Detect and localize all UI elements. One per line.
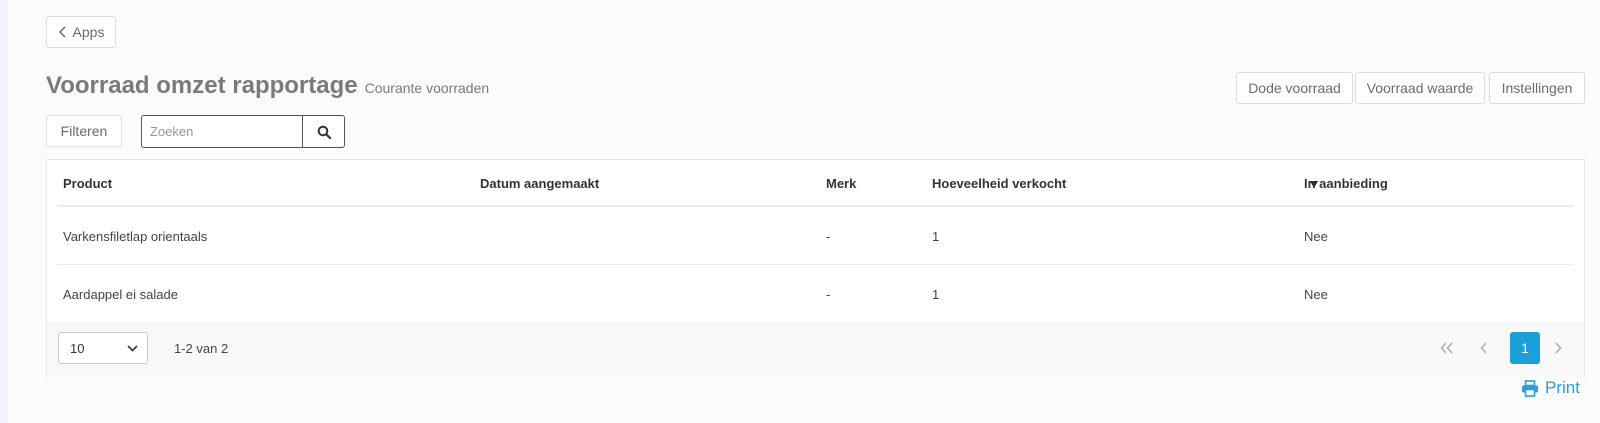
dead-stock-button[interactable]: Dode voorraad	[1236, 72, 1353, 104]
pagination-range: 1-2 van 2	[174, 341, 229, 356]
table-header: Product Datum aangemaakt Merk Hoeveelhei…	[57, 160, 1574, 207]
column-header-product[interactable]: Product	[63, 176, 112, 191]
double-chevron-left-icon	[1440, 342, 1453, 354]
cell-aanbieding: Nee	[1304, 229, 1328, 244]
search-button[interactable]	[302, 116, 344, 147]
page-subtitle: Courante voorraden	[364, 80, 490, 96]
next-page-button[interactable]	[1543, 332, 1573, 364]
page-header: Voorraad omzet rapportage Courante voorr…	[46, 72, 489, 100]
table-row[interactable]: Aardappel ei salade - 1 Nee	[57, 265, 1574, 323]
page-size-select[interactable]: 10	[58, 332, 148, 364]
page-size-value: 10	[70, 340, 85, 356]
first-page-button[interactable]	[1432, 332, 1462, 364]
print-link[interactable]: Print	[1521, 378, 1580, 398]
chevron-left-icon	[1480, 342, 1487, 354]
left-edge-strip	[0, 0, 8, 423]
cell-hoeveelheid: 1	[932, 287, 940, 302]
chevron-right-icon	[1555, 342, 1562, 354]
printer-icon	[1522, 379, 1538, 397]
cell-merk: -	[826, 229, 831, 244]
table-row[interactable]: Varkensfiletlap orientaals - 1 Nee	[57, 207, 1574, 265]
print-label: Print	[1545, 378, 1580, 397]
report-table-panel: Product Datum aangemaakt Merk Hoeveelhei…	[46, 159, 1585, 377]
chevron-left-icon	[58, 26, 66, 38]
cell-merk: -	[826, 287, 831, 302]
search-input[interactable]	[142, 116, 302, 147]
chevron-down-icon	[127, 344, 138, 352]
column-header-merk[interactable]: Merk	[826, 176, 856, 191]
column-header-hoeveelheid[interactable]: Hoeveelheid verkocht	[932, 176, 1066, 191]
cell-hoeveelheid: 1	[932, 229, 940, 244]
page-title: Voorraad omzet rapportage	[46, 72, 358, 99]
page-button-current[interactable]: 1	[1510, 332, 1540, 364]
previous-page-button[interactable]	[1469, 332, 1499, 364]
back-label: Apps	[72, 24, 105, 40]
search-group	[141, 115, 345, 148]
cell-aanbieding: Nee	[1304, 287, 1328, 302]
filter-button[interactable]: Filteren	[46, 115, 122, 147]
column-header-aanbieding[interactable]: In aanbieding	[1304, 176, 1388, 191]
stock-value-button[interactable]: Voorraad waarde	[1355, 72, 1485, 104]
table-footer: 10 1-2 van 2 1	[47, 322, 1584, 377]
settings-button[interactable]: Instellingen	[1489, 72, 1585, 104]
cell-product: Varkensfiletlap orientaals	[63, 229, 208, 244]
back-to-apps-button[interactable]: Apps	[46, 16, 116, 48]
search-icon	[317, 125, 331, 139]
cell-product: Aardappel ei salade	[63, 287, 178, 302]
column-header-datum[interactable]: Datum aangemaakt	[480, 176, 599, 191]
